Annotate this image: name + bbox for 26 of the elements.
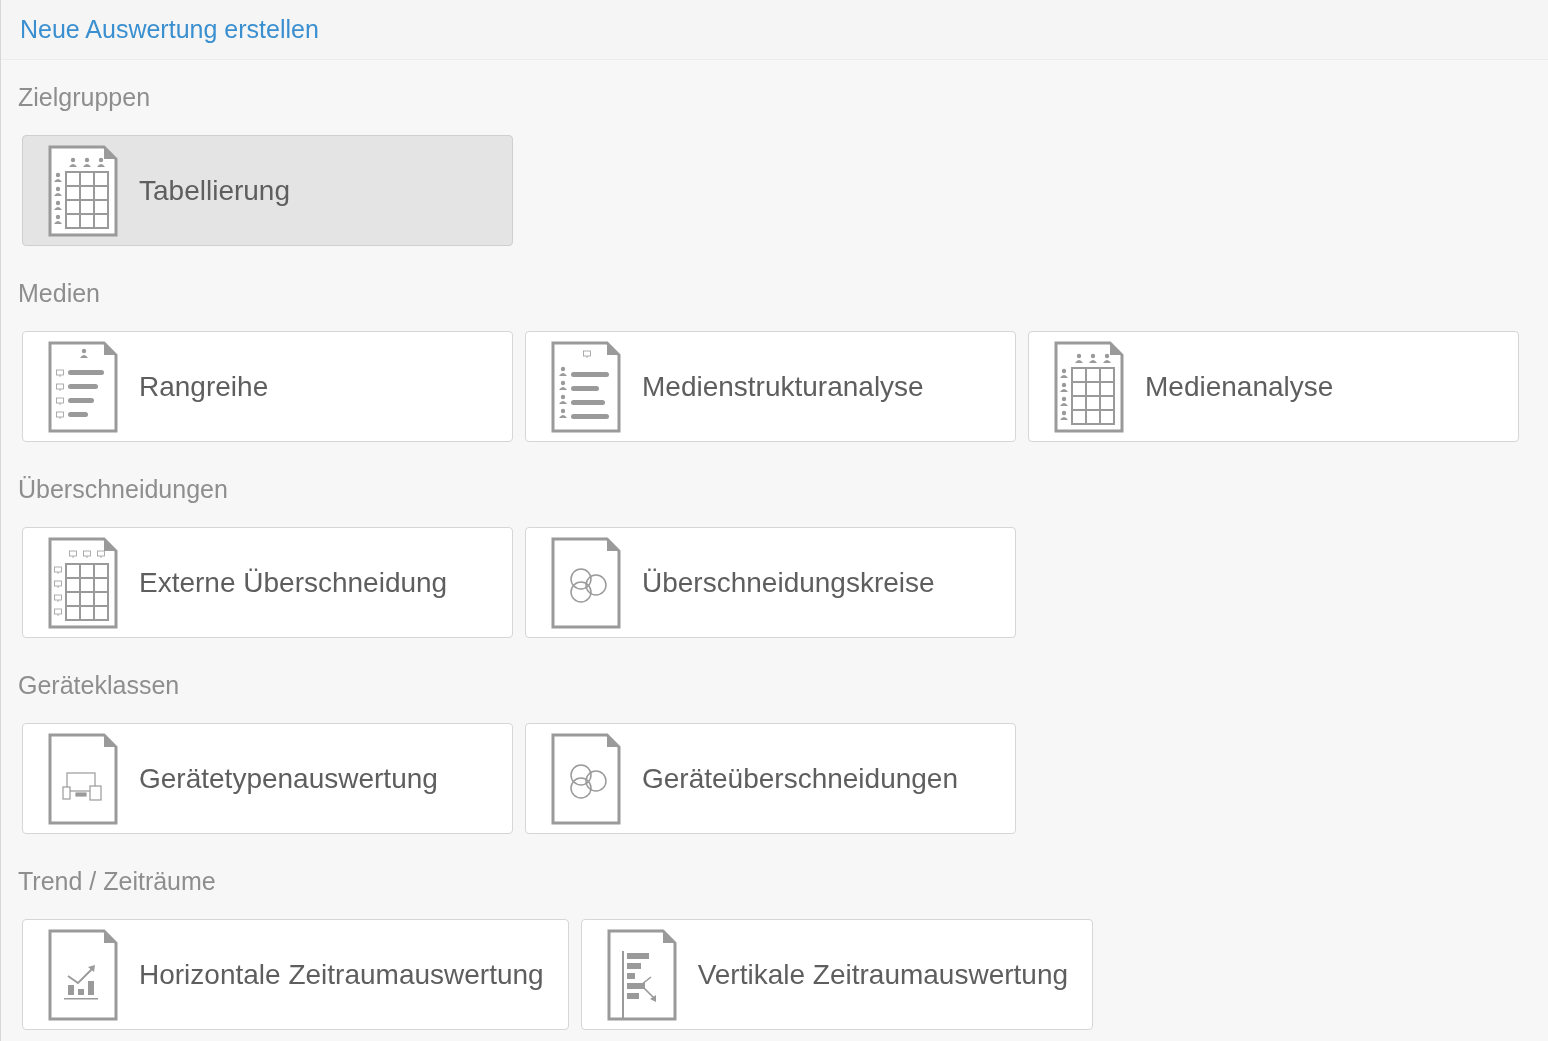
document-icon xyxy=(1054,340,1124,433)
report-type-tile[interactable]: Externe Überschneidung xyxy=(22,527,513,638)
document-icon xyxy=(551,340,621,433)
document-icon xyxy=(48,732,118,825)
report-type-tile[interactable]: Rangreihe xyxy=(22,331,513,442)
document-icon xyxy=(48,536,118,629)
document-icon xyxy=(48,144,118,237)
report-type-tile[interactable]: Medienstrukturanalyse xyxy=(525,331,1016,442)
report-type-tile[interactable]: Tabellierung xyxy=(22,135,513,246)
dialog-title: Neue Auswertung erstellen xyxy=(20,13,319,45)
section-heading: Medien xyxy=(18,278,100,310)
document-icon xyxy=(48,928,118,1021)
document-icon xyxy=(606,928,677,1021)
section-heading: Trend / Zeiträume xyxy=(18,866,216,898)
section-heading: Geräteklassen xyxy=(18,670,180,702)
document-icon xyxy=(48,340,118,433)
report-type-tile[interactable]: Geräteüberschneidungen xyxy=(525,723,1016,834)
document-icon xyxy=(551,536,621,629)
report-type-tile[interactable]: Überschneidungskreise xyxy=(525,527,1016,638)
section-heading: Überschneidungen xyxy=(18,474,228,506)
document-icon xyxy=(551,732,621,825)
report-type-tile[interactable]: Medienanalyse xyxy=(1028,331,1519,442)
report-type-tile[interactable]: Gerätetypenauswertung xyxy=(22,723,513,834)
report-type-tile[interactable]: Vertikale Zeitraumauswertung xyxy=(580,919,1094,1030)
section-heading: Zielgruppen xyxy=(18,82,151,114)
report-type-tile[interactable]: Horizontale Zeitraumauswertung xyxy=(22,919,569,1030)
